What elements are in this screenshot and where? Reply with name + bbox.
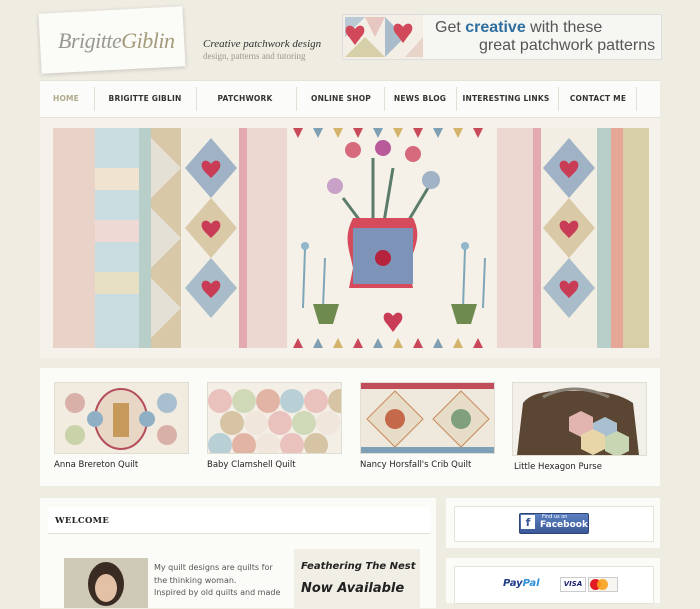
logo-last: Giblin [121,28,175,53]
quilt-thumbnail-icon [361,383,494,453]
thumb-label-nancy-horsfall[interactable]: Nancy Horsfall's Crib Quilt [360,460,471,470]
site-subtagline: design, patterns and tutoring [203,51,306,61]
welcome-paragraph-2: Inspired by old quilts and made [154,588,281,597]
thumb-hexagon-purse[interactable] [512,382,647,456]
welcome-title: WELCOME [55,516,110,526]
patterns-banner-ad[interactable]: Get creative with these great patchwork … [342,14,662,60]
nav-patchwork-gallery[interactable]: PATCHWORK GALLERY [200,81,290,139]
logo-first: Brigitte [58,28,122,53]
nav-divider [384,87,385,111]
paypal-b: Pal [522,578,540,589]
nav-divider [196,87,197,111]
main-nav: HOME BRIGITTE GIBLIN PATCHWORK GALLERY O… [40,80,660,139]
facebook-icon: f [521,515,535,529]
paypal-logo[interactable]: PayPal [503,578,540,589]
payment-widget [454,566,654,604]
ad-accent: creative [465,19,526,36]
thumb-baby-clamshell[interactable] [207,382,342,454]
ad-post: with these [525,19,603,36]
visa-icon: VISA [560,577,586,592]
site-tagline: Creative patchwork design [203,38,322,50]
nav-news-blog[interactable]: NEWS BLOG [388,81,452,117]
quilt-thumbnail-icon [513,383,646,455]
nav-divider [296,87,297,111]
welcome-paragraph-1: My quilt designs are quilts for the thin… [154,563,273,585]
portrait-icon [64,558,148,608]
author-photo [64,558,148,608]
nav-divider [558,87,559,111]
hero-quilt-image [53,128,649,348]
site-logo[interactable]: BrigitteGiblin [58,28,175,54]
thumb-label-anna-brereton[interactable]: Anna Brereton Quilt [54,460,138,470]
thumb-nancy-horsfall[interactable] [360,382,495,454]
thumb-anna-brereton[interactable] [54,382,189,454]
ad-subheadline: great patchwork patterns [479,37,656,54]
nav-online-shop[interactable]: ONLINE SHOP [302,81,380,117]
thumb-label-hexagon-purse[interactable]: Little Hexagon Purse [514,462,602,472]
mastercard-yellow-circle [597,579,608,590]
ad-pre: Get [435,19,466,36]
promo-availability[interactable]: Now Available [301,581,404,596]
book-promo[interactable] [294,549,420,609]
facebook-label: Facebook [540,520,588,530]
nav-divider [94,87,95,111]
thumb-label-baby-clamshell[interactable]: Baby Clamshell Quilt [207,460,296,470]
quilt-thumbnail-icon [55,383,188,453]
nav-interesting-links[interactable]: INTERESTING LINKS [460,81,552,117]
nav-home[interactable]: HOME [46,81,86,117]
ad-headline: Get creative with these [435,19,602,37]
nav-divider [636,87,637,111]
promo-title[interactable]: Feathering The Nest [301,561,415,572]
nav-brigitte-giblin[interactable]: BRIGITTE GIBLIN [100,81,190,117]
heart-quilt-icon [343,15,423,59]
nav-contact-me[interactable]: CONTACT ME [564,81,632,117]
quilt-thumbnail-icon [208,383,341,453]
paypal-a: Pay [503,578,523,589]
nav-divider [456,87,457,111]
